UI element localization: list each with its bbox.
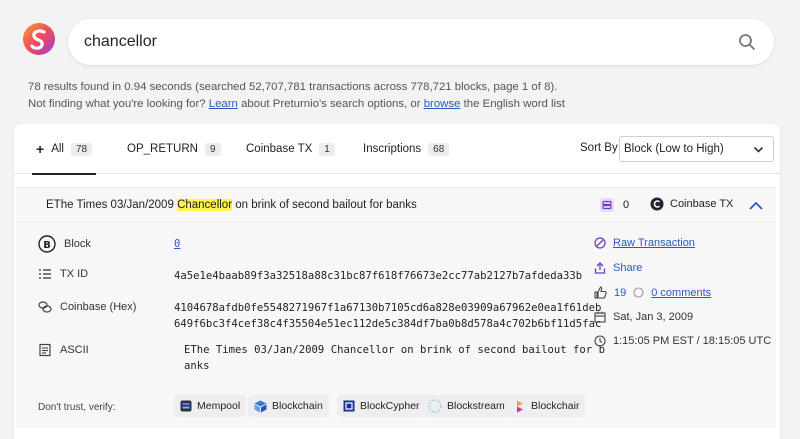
- thumbs-up-icon[interactable]: [594, 286, 607, 299]
- browse-link[interactable]: browse: [424, 98, 461, 110]
- result-header[interactable]: EThe Times 03/Jan/2009 Chancellor on bri…: [16, 187, 776, 223]
- help-prefix: Not finding what you're looking for?: [28, 98, 206, 110]
- explorer-label: Mempool: [197, 400, 241, 412]
- chevron-down-icon: [753, 146, 764, 153]
- blockstream-icon: [428, 399, 442, 413]
- plus-icon: +: [36, 141, 45, 157]
- tab-count: 68: [428, 142, 450, 156]
- svg-text:B: B: [43, 240, 51, 251]
- engagement: 19 0 comments: [594, 286, 711, 299]
- preturnio-logo-icon[interactable]: [22, 22, 56, 56]
- txid-label: TX ID: [38, 267, 88, 281]
- share-button[interactable]: Share: [594, 262, 642, 274]
- blockcypher-button[interactable]: BlockCypher: [337, 395, 426, 417]
- explorer-label: BlockCypher: [360, 400, 420, 412]
- calendar-icon: [594, 311, 606, 323]
- clock-icon: [594, 335, 606, 347]
- help-suffix: the English word list: [463, 98, 565, 110]
- ascii-label: ASCII: [38, 343, 89, 357]
- search-input[interactable]: [84, 31, 704, 53]
- time-row: 1:15:05 PM EST / 18:15:05 UTC: [594, 335, 771, 347]
- learn-link[interactable]: Learn: [209, 98, 238, 110]
- blockchain-icon: [254, 400, 267, 412]
- coinbase-hex-label: Coinbase (Hex): [38, 300, 136, 314]
- results-summary: 78 results found in 0.94 seconds (search…: [28, 81, 558, 93]
- input-icon: [600, 198, 614, 212]
- hex-line: 649f6bc3f4cef38c4f35504e51ec112de5c384df…: [174, 318, 602, 330]
- tab-all[interactable]: + All 78: [31, 139, 97, 175]
- label-text: ASCII: [60, 344, 89, 356]
- time-value: 1:15:05 PM EST / 18:15:05 UTC: [613, 335, 772, 347]
- sort-label: Sort By: [580, 142, 618, 154]
- chevron-up-icon[interactable]: [748, 200, 764, 212]
- mempool-button[interactable]: Mempool: [174, 395, 247, 417]
- tab-label: Inscriptions: [363, 143, 422, 155]
- share-label: Share: [613, 262, 643, 274]
- bitcoin-icon: B: [38, 235, 56, 253]
- tab-coinbase-tx[interactable]: Coinbase TX 1: [246, 139, 335, 159]
- input-count: 0: [599, 197, 629, 213]
- blockchain-button[interactable]: Blockchain: [248, 395, 329, 417]
- explorer-label: Blockchair: [531, 400, 580, 412]
- verify-label: Don't trust, verify:: [38, 402, 116, 413]
- blockstream-button[interactable]: Blockstream: [422, 395, 511, 417]
- raw-transaction-icon: [594, 237, 606, 249]
- filter-tabs: + All 78 OP_RETURN 9 Coinbase TX 1 Inscr…: [14, 124, 780, 175]
- title-text: EThe Times 03/Jan/2009: [46, 199, 174, 211]
- explorer-label: Blockstream: [447, 400, 505, 412]
- help-line: Not finding what you're looking for? Lea…: [28, 96, 565, 113]
- tab-count: 78: [70, 142, 93, 156]
- search-highlight: Chancellor: [177, 199, 233, 211]
- ascii-line: anks: [184, 360, 210, 372]
- input-count-value: 0: [623, 199, 630, 211]
- tab-label: Coinbase TX: [246, 143, 313, 155]
- explorer-label: Blockchain: [272, 400, 323, 412]
- raw-transaction-label: Raw Transaction: [613, 237, 695, 249]
- comments-link[interactable]: 0 comments: [651, 287, 711, 299]
- blockchair-button[interactable]: Blockchair: [508, 395, 586, 417]
- document-icon: [39, 343, 51, 357]
- results-card: + All 78 OP_RETURN 9 Coinbase TX 1 Inscr…: [14, 124, 780, 439]
- tab-label: OP_RETURN: [127, 143, 198, 155]
- tab-op-return[interactable]: OP_RETURN 9: [127, 139, 221, 159]
- coinbase-hex-value: 4104678afdb0fe5548271967f1a67130b7105cd6…: [174, 300, 601, 332]
- comment-icon: [633, 287, 644, 298]
- ascii-line: EThe Times 03/Jan/2009 Chancellor on bri…: [184, 344, 605, 356]
- coinbase-tag: Coinbase TX: [650, 197, 733, 211]
- search-bar: [68, 19, 774, 65]
- label-text: Coinbase (Hex): [60, 301, 137, 313]
- search-info: 78 results found in 0.94 seconds (search…: [28, 79, 565, 113]
- blockcypher-icon: [343, 400, 355, 412]
- help-middle: about Preturnio's search options, or: [241, 98, 421, 110]
- coinbase-icon: [650, 197, 664, 211]
- txid-value: 4a5e1e4baab89f3a32518a88c31bc87f618f7667…: [174, 270, 583, 282]
- tab-count: 1: [319, 142, 335, 156]
- hex-line: 4104678afdb0fe5548271967f1a67130b7105cd6…: [174, 302, 602, 314]
- block-label: B Block: [38, 235, 91, 253]
- result-details: B Block 0 TX ID 4a5e1e4baab89f3a32518a88…: [16, 223, 776, 428]
- raw-transaction-link[interactable]: Raw Transaction: [594, 237, 695, 249]
- date-row: Sat, Jan 3, 2009: [594, 311, 693, 323]
- blockchair-icon: [517, 400, 523, 412]
- tab-inscriptions[interactable]: Inscriptions 68: [363, 139, 450, 159]
- result-title: EThe Times 03/Jan/2009 Chancellor on bri…: [46, 199, 417, 211]
- share-icon: [594, 262, 606, 274]
- list-icon: [39, 269, 51, 279]
- label-text: Block: [64, 238, 91, 250]
- sort-value: Block (Low to High): [624, 143, 724, 155]
- sort-select[interactable]: Block (Low to High): [619, 136, 774, 162]
- title-text: on brink of second bailout for banks: [235, 199, 417, 211]
- label-text: TX ID: [60, 268, 89, 280]
- tab-label: All: [51, 143, 64, 155]
- date-value: Sat, Jan 3, 2009: [613, 311, 694, 323]
- like-count: 19: [614, 286, 627, 299]
- coinbase-tag-label: Coinbase TX: [670, 198, 734, 210]
- ascii-value: EThe Times 03/Jan/2009 Chancellor on bri…: [184, 342, 605, 374]
- tab-count: 9: [204, 142, 221, 156]
- block-value: 0: [174, 236, 180, 252]
- block-link[interactable]: 0: [174, 238, 180, 250]
- search-icon[interactable]: [738, 33, 756, 51]
- mempool-icon: [180, 400, 192, 412]
- coin-stack-icon: [38, 301, 52, 313]
